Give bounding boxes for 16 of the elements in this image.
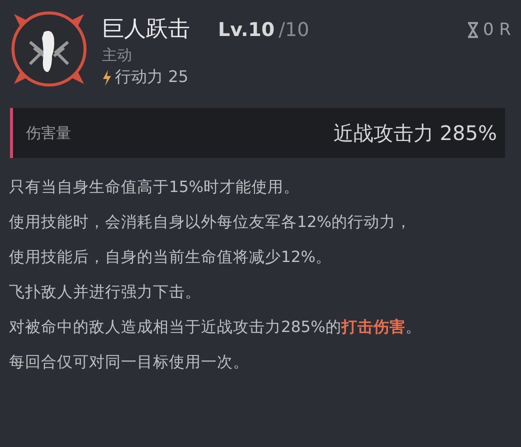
description-line: 对被命中的敌人造成相当于近战攻击力285%的打击伤害。 [9,317,422,338]
lightning-icon [102,70,112,86]
description-line: 使用技能后，自身的当前生命值将减少12%。 [9,247,332,268]
description-line: 每回合仅可对同一目标使用一次。 [9,352,250,373]
max-level: /10 [278,19,310,41]
hourglass-icon [466,22,479,38]
skill-name: 巨人跃击 [102,16,190,44]
cooldown-text: 0 R [482,20,511,40]
action-cost: 行动力 25 [115,67,188,88]
description-line: 使用技能时，会消耗自身以外每位友军各12%的行动力， [9,212,412,233]
description-line: 飞扑敌人并进行强力下击。 [9,282,202,303]
damage-label: 伤害量 [26,124,71,142]
skill-type: 主动 [102,46,133,65]
damage-value: 近战攻击力 285% [333,120,497,146]
skill-level: Lv.10 [218,19,275,41]
description-line: 只有当自身生命值高于15%时才能使用。 [9,177,300,198]
